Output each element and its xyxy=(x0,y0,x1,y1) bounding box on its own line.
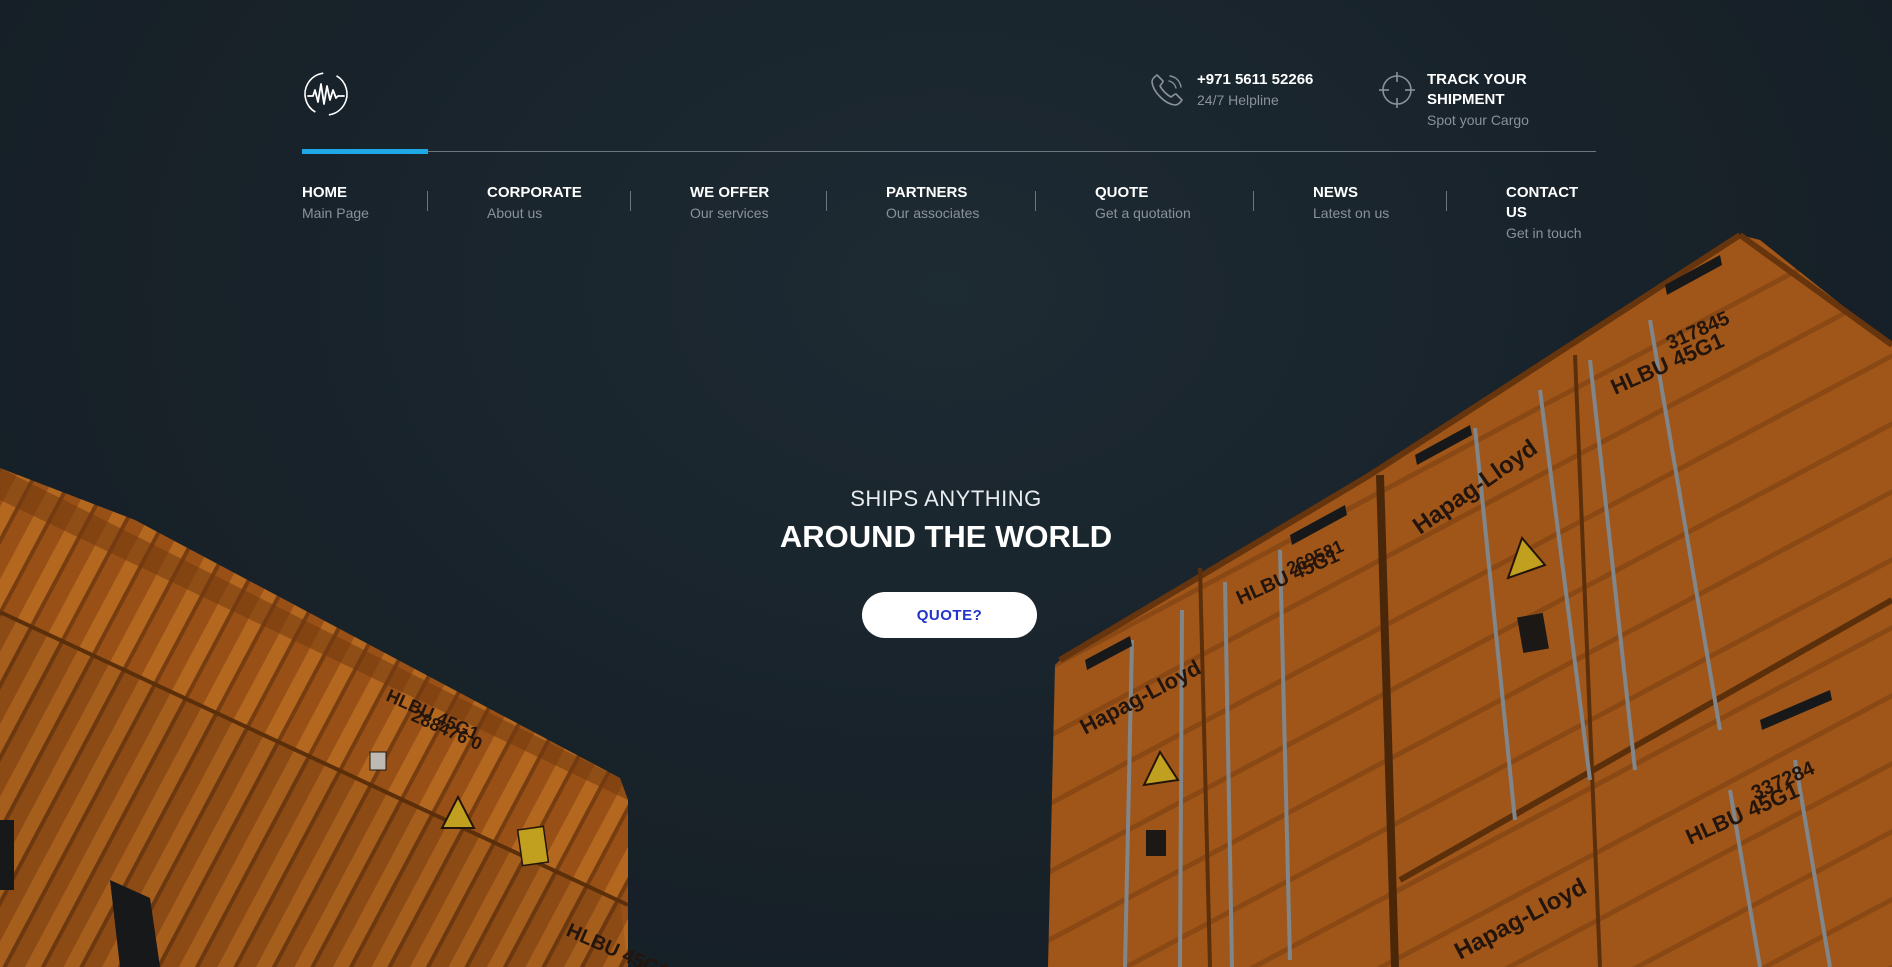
nav-item-title: HOME xyxy=(302,184,347,201)
nav-separator xyxy=(826,191,827,211)
helpline-label: 24/7 Helpline xyxy=(1197,92,1279,108)
nav-item-title: CORPORATE xyxy=(487,184,582,201)
nav-separator xyxy=(1253,191,1254,211)
containers-background: HLBU 45G1 288476 0 HLBU 45G1 Hapag-Lloyd… xyxy=(0,0,1892,967)
track-shipment-title[interactable]: TRACK YOUR SHIPMENT xyxy=(1427,70,1596,110)
nav-item-news[interactable]: NEWS Latest on us xyxy=(1313,183,1389,223)
nav-item-corporate[interactable]: CORPORATE About us xyxy=(487,183,582,223)
helpline-contact[interactable]: +971 5611 52266 24/7 Helpline xyxy=(1147,70,1313,110)
helpline-number[interactable]: +971 5611 52266 xyxy=(1197,70,1313,90)
nav-item-subtitle: Our associates xyxy=(886,205,980,221)
brand-logo[interactable] xyxy=(302,70,350,118)
nav-item-subtitle: Main Page xyxy=(302,205,369,221)
nav-item-subtitle: Get a quotation xyxy=(1095,205,1191,221)
nav-separator xyxy=(1446,191,1447,211)
nav-item-subtitle: About us xyxy=(487,205,543,221)
nav-item-subtitle: Get in touch xyxy=(1506,225,1582,241)
nav-item-title: PARTNERS xyxy=(886,184,968,201)
crosshair-icon xyxy=(1377,70,1417,110)
nav-separator xyxy=(1035,191,1036,211)
nav-item-contact-us[interactable]: CONTACT US Get in touch xyxy=(1506,183,1596,243)
nav-item-title: NEWS xyxy=(1313,184,1358,201)
nav-item-quote[interactable]: QUOTE Get a quotation xyxy=(1095,183,1191,223)
nav-divider xyxy=(302,151,1596,152)
hero-page: HLBU 45G1 288476 0 HLBU 45G1 Hapag-Lloyd… xyxy=(0,0,1892,967)
nav-separator xyxy=(427,191,428,211)
nav-active-indicator xyxy=(302,149,428,154)
wave-logo-icon xyxy=(304,72,348,116)
track-shipment-link[interactable]: TRACK YOUR SHIPMENT Spot your Cargo xyxy=(1377,70,1596,130)
hero-kicker: SHIPS ANYTHING xyxy=(850,486,1042,511)
nav-item-we-offer[interactable]: WE OFFER Our services xyxy=(690,183,769,223)
hero-heading: SHIPS ANYTHING AROUND THE WORLD xyxy=(0,485,1892,557)
nav-item-subtitle: Our services xyxy=(690,205,769,221)
hero-title: AROUND THE WORLD xyxy=(779,519,1113,554)
quote-button[interactable]: QUOTE? xyxy=(862,592,1037,638)
nav-item-partners[interactable]: PARTNERS Our associates xyxy=(886,183,979,223)
main-nav: HOME Main Page CORPORATE About us WE OFF… xyxy=(302,183,1596,241)
nav-item-title: QUOTE xyxy=(1095,184,1149,201)
nav-item-home[interactable]: HOME Main Page xyxy=(302,183,369,223)
nav-item-subtitle: Latest on us xyxy=(1313,205,1390,221)
nav-separator xyxy=(630,191,631,211)
nav-item-title: WE OFFER xyxy=(690,184,770,201)
phone-icon xyxy=(1147,70,1187,110)
nav-item-title: CONTACT US xyxy=(1506,184,1579,221)
track-shipment-subtitle: Spot your Cargo xyxy=(1427,112,1529,128)
